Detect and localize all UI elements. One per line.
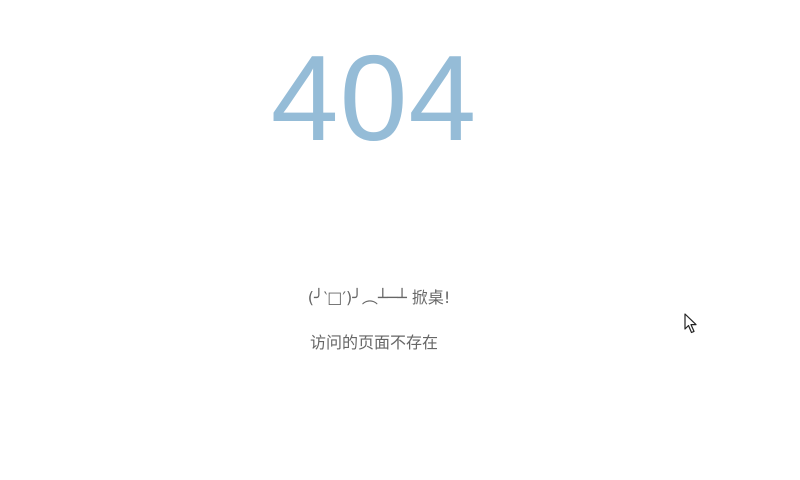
- error-message: 访问的页面不存在: [309, 333, 438, 352]
- table-flip-kaomoji: (╯‵□′)╯︵┴─┴ 掀桌!: [307, 288, 451, 307]
- mouse-pointer-icon: [684, 313, 697, 334]
- error-page: 404 (╯‵□′)╯︵┴─┴ 掀桌! 访问的页面不存在: [0, 0, 800, 480]
- error-code: 404: [270, 30, 478, 166]
